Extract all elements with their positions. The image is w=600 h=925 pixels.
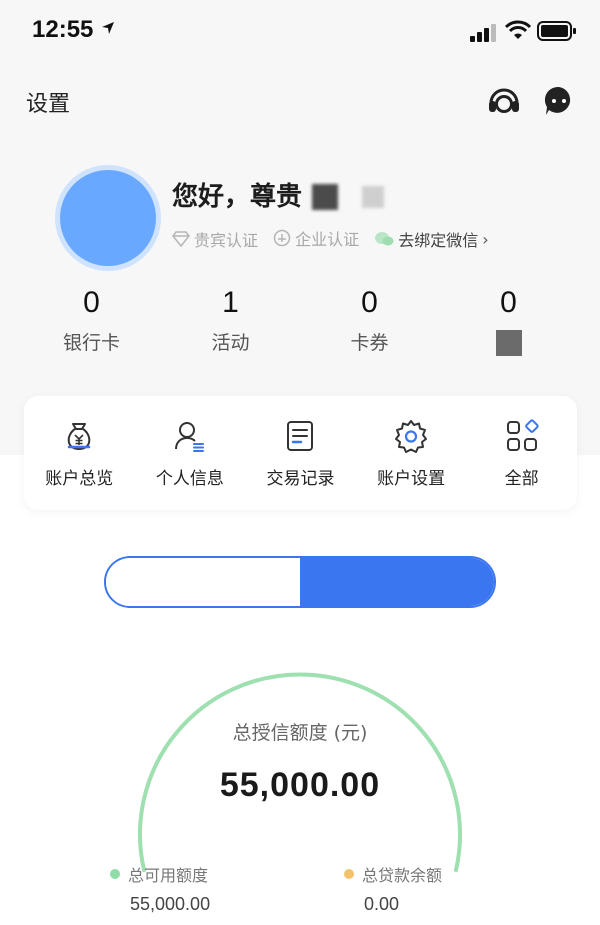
redacted-label-mask [495, 330, 522, 356]
stat-coupons[interactable]: 0 卡券 [300, 284, 439, 356]
bind-wechat-link[interactable]: 去绑定微信 › [374, 227, 489, 251]
document-icon [287, 421, 314, 451]
enterprise-verification-label: 企业认证 [295, 230, 360, 249]
menu-personal-info[interactable]: 个人信息 [135, 396, 246, 510]
wifi-icon [505, 20, 531, 39]
total-credit-amount: 55,000.00 [219, 766, 381, 804]
stat-label: 银行卡 [62, 332, 120, 354]
status-time: 12:55 [32, 16, 94, 43]
credit-gauge [138, 672, 462, 872]
grid-icon [506, 419, 539, 451]
stat-value: 1 [222, 286, 239, 319]
money-bag-icon [68, 423, 91, 451]
segment-left[interactable] [106, 558, 300, 606]
stat-value: 0 [83, 286, 100, 319]
location-arrow-icon [102, 22, 114, 34]
status-bar: 12:55 [0, 0, 600, 64]
signal-icon [470, 24, 496, 42]
available-dot [110, 869, 120, 879]
stat-label: 活动 [211, 332, 250, 354]
available-value: 55,000.00 [130, 894, 211, 914]
battery-icon [537, 21, 576, 41]
vip-verification-badge[interactable]: 贵宾认证 [172, 227, 258, 251]
quick-menu-card: 账户总览 个人信息 交易记录 账户设置 全部 [24, 396, 577, 510]
diamond-icon [172, 231, 190, 247]
vip-verification-label: 贵宾认证 [194, 231, 259, 250]
customer-service-icon[interactable] [486, 83, 522, 119]
wechat-icon [375, 232, 394, 246]
message-icon[interactable] [541, 83, 577, 119]
stat-label [439, 330, 578, 356]
enterprise-verification-badge[interactable]: 企业认证 [273, 226, 359, 250]
chevron-right-icon: › [482, 229, 489, 249]
menu-label: 交易记录 [266, 469, 335, 489]
loan-value: 0.00 [364, 894, 400, 914]
stat-redacted[interactable]: 0 [439, 284, 578, 356]
stat-label: 卡券 [350, 332, 389, 354]
stats-row: 0 银行卡 1 活动 0 卡券 0 [22, 284, 578, 356]
stat-activities[interactable]: 1 活动 [161, 284, 300, 356]
menu-label: 账户总览 [45, 469, 114, 489]
available-label: 总可用额度 [128, 866, 209, 885]
loan-dot [344, 869, 354, 879]
menu-transaction-records[interactable]: 交易记录 [245, 396, 356, 510]
avatar[interactable] [60, 170, 156, 266]
segment-toggle [104, 556, 496, 608]
menu-label: 账户设置 [377, 469, 446, 489]
person-icon [174, 422, 204, 452]
stat-value: 0 [361, 286, 378, 319]
menu-label: 全部 [504, 469, 539, 489]
total-credit-title: 总授信额度 (元) [232, 722, 368, 744]
menu-account-settings[interactable]: 账户设置 [356, 396, 467, 510]
bind-wechat-label: 去绑定微信 [398, 231, 479, 250]
redacted-name-mask [312, 184, 338, 210]
greeting-text: 您好，尊贵 [172, 182, 303, 212]
available-credit-legend: 总可用额度 55,000.00 [110, 862, 210, 915]
badge-row: 贵宾认证 企业认证 去绑定微信 › [172, 226, 499, 250]
redacted-name-mask [362, 186, 384, 208]
gear-icon [395, 420, 428, 453]
menu-account-overview[interactable]: 账户总览 [24, 396, 135, 510]
stat-bank-cards[interactable]: 0 银行卡 [22, 284, 161, 356]
menu-label: 个人信息 [155, 469, 224, 489]
loan-label: 总贷款余额 [362, 866, 443, 885]
page-title: 设置 [26, 92, 71, 117]
stat-value: 0 [500, 286, 517, 319]
menu-all[interactable]: 全部 [466, 396, 577, 510]
loan-balance-legend: 总贷款余额 0.00 [344, 862, 442, 915]
enterprise-icon [273, 229, 291, 247]
segment-right[interactable] [300, 558, 494, 606]
